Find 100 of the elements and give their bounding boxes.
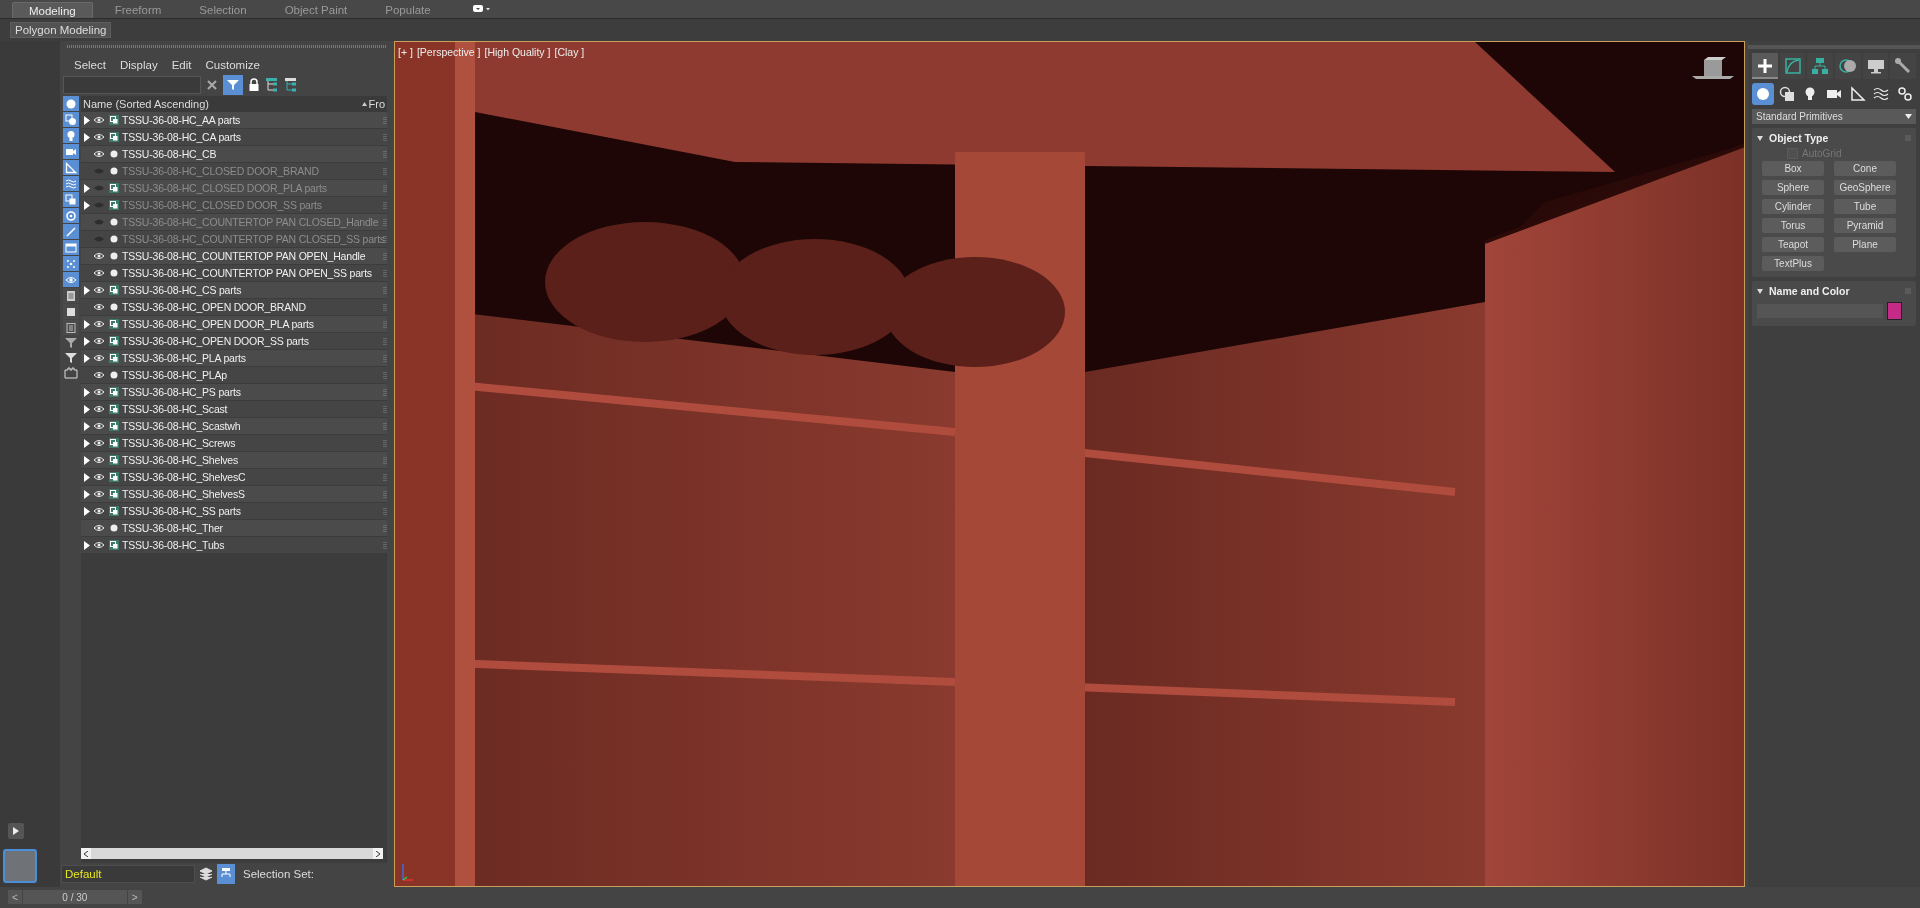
rollout-title[interactable]: Name and Color (1769, 285, 1850, 297)
filter-toggle[interactable] (63, 256, 79, 271)
filter-toggle[interactable] (63, 304, 79, 319)
layer-dropdown[interactable]: Default (61, 865, 195, 883)
scene-object-row[interactable]: TSSU-36-08-HC_Tubs (81, 537, 387, 554)
primitive-button[interactable]: TextPlus (1762, 256, 1824, 271)
freeze-toggle-icon[interactable] (383, 404, 387, 414)
scene-object-row[interactable]: TSSU-36-08-HC_Ther (81, 520, 387, 537)
primitive-button[interactable]: Sphere (1762, 180, 1824, 195)
hierarchy-icon[interactable] (265, 78, 279, 92)
scene-object-row[interactable]: TSSU-36-08-HC_SS parts (81, 503, 387, 520)
primitive-button[interactable]: Torus (1762, 218, 1824, 233)
eye-icon[interactable] (93, 439, 105, 447)
command-panel-tab[interactable] (1807, 53, 1833, 79)
ribbon-tab[interactable]: Modeling (12, 2, 93, 18)
command-panel-tab[interactable] (1835, 53, 1861, 79)
viewport-menu-label[interactable]: [High Quality ] (484, 46, 551, 58)
freeze-toggle-icon[interactable] (383, 268, 387, 278)
search-field[interactable] (63, 76, 201, 94)
filter-toggle[interactable] (63, 176, 79, 191)
freeze-toggle-icon[interactable] (383, 166, 387, 176)
scroll-left-button[interactable] (81, 848, 91, 859)
primitive-button[interactable]: Box (1762, 161, 1824, 176)
scene-object-row[interactable]: TSSU-36-08-HC_PLA parts (81, 350, 387, 367)
scene-object-row[interactable]: TSSU-36-08-HC_CS parts (81, 282, 387, 299)
eye-icon[interactable] (93, 269, 105, 277)
filter-toggle[interactable] (63, 128, 79, 143)
collapse-arrow-icon[interactable] (1757, 288, 1763, 294)
category-dropdown[interactable]: Standard Primitives (1752, 109, 1916, 124)
eye-icon[interactable] (93, 524, 105, 532)
funnel-icon[interactable] (63, 336, 79, 350)
primitive-button[interactable]: Tube (1834, 199, 1896, 214)
bracket-icon[interactable] (63, 366, 79, 380)
filter-toggle[interactable] (63, 272, 79, 287)
filter-toggle[interactable] (63, 288, 79, 303)
scene-object-row[interactable]: TSSU-36-08-HC_PLAp (81, 367, 387, 384)
filter-button[interactable] (223, 75, 243, 95)
scene-object-row[interactable]: TSSU-36-08-HC_CB (81, 146, 387, 163)
freeze-toggle-icon[interactable] (383, 200, 387, 210)
expand-arrow-icon[interactable] (83, 540, 91, 550)
eye-icon[interactable] (93, 303, 105, 311)
filter-toggle[interactable] (63, 160, 79, 175)
primitive-button[interactable]: Cylinder (1762, 199, 1824, 214)
eye-icon[interactable] (93, 150, 105, 158)
primitive-button[interactable]: Teapot (1762, 237, 1824, 252)
viewport-menu-label[interactable]: [Clay ] (554, 46, 585, 58)
eye-icon[interactable] (93, 286, 105, 294)
hierarchy-icon[interactable] (284, 78, 298, 92)
column-header[interactable]: Name (Sorted Ascending) (83, 98, 209, 110)
filter-toggle[interactable] (63, 112, 79, 127)
horizontal-scrollbar[interactable] (81, 848, 383, 859)
scene-object-row[interactable]: TSSU-36-08-HC_COUNTERTOP PAN OPEN_SS parts (81, 265, 387, 282)
funnel-icon[interactable] (63, 351, 79, 365)
scene-object-row[interactable]: TSSU-36-08-HC_PS parts (81, 384, 387, 401)
eye-icon[interactable] (93, 507, 105, 515)
scene-object-row[interactable]: TSSU-36-08-HC_Screws (81, 435, 387, 452)
filter-toggle[interactable] (63, 192, 79, 207)
scene-object-row[interactable]: TSSU-36-08-HC_Shelves (81, 452, 387, 469)
filter-toggle[interactable] (63, 144, 79, 159)
scene-object-row[interactable]: TSSU-36-08-HC_OPEN DOOR_SS parts (81, 333, 387, 350)
filter-toggle[interactable] (63, 96, 79, 111)
color-swatch[interactable] (1887, 302, 1902, 320)
viewport-layout-thumbnail[interactable] (3, 849, 37, 883)
freeze-toggle-icon[interactable] (383, 370, 387, 380)
eye-icon[interactable] (93, 133, 105, 141)
eye-icon[interactable] (93, 116, 105, 124)
eye-icon[interactable] (93, 422, 105, 430)
menu-item[interactable]: Select (69, 59, 111, 71)
eye-icon[interactable] (93, 405, 105, 413)
column-header[interactable]: Fro (368, 98, 385, 110)
eye-icon[interactable] (93, 337, 105, 345)
time-slider-thumb[interactable]: 0 / 30 (22, 890, 127, 904)
freeze-toggle-icon[interactable] (383, 506, 387, 516)
eye-icon[interactable] (93, 388, 105, 396)
next-frame-button[interactable]: > (127, 890, 142, 904)
primitive-button[interactable]: Cone (1834, 161, 1896, 176)
rollout-title[interactable]: Object Type (1769, 132, 1829, 144)
dropdown-icon[interactable] (472, 4, 491, 14)
viewport-menu-label[interactable]: [+ ] (398, 46, 413, 58)
freeze-toggle-icon[interactable] (383, 438, 387, 448)
play-button[interactable] (8, 823, 24, 839)
layers-icon[interactable] (199, 867, 213, 881)
primitive-button[interactable]: GeoSphere (1834, 180, 1896, 195)
command-panel-tab[interactable] (1752, 53, 1778, 79)
scene-object-row[interactable]: TSSU-36-08-HC_ShelvesC (81, 469, 387, 486)
viewport-menu-label[interactable]: [Perspective ] (416, 46, 481, 58)
eye-icon[interactable] (93, 456, 105, 464)
filter-toggle[interactable] (63, 240, 79, 255)
eye-icon[interactable] (93, 490, 105, 498)
scene-object-row[interactable]: TSSU-36-08-HC_AA parts (81, 112, 387, 129)
freeze-toggle-icon[interactable] (383, 132, 387, 142)
menu-item[interactable]: Customize (200, 59, 265, 71)
expand-arrow-icon[interactable] (83, 285, 91, 295)
freeze-toggle-icon[interactable] (383, 336, 387, 346)
ribbon-panel-label[interactable]: Polygon Modeling (10, 22, 112, 38)
primitive-button[interactable]: Pyramid (1834, 218, 1896, 233)
scroll-right-button[interactable] (373, 848, 383, 859)
previous-frame-button[interactable]: < (8, 890, 22, 904)
menu-item[interactable]: Display (114, 59, 163, 71)
command-panel-tab[interactable] (1779, 53, 1806, 79)
